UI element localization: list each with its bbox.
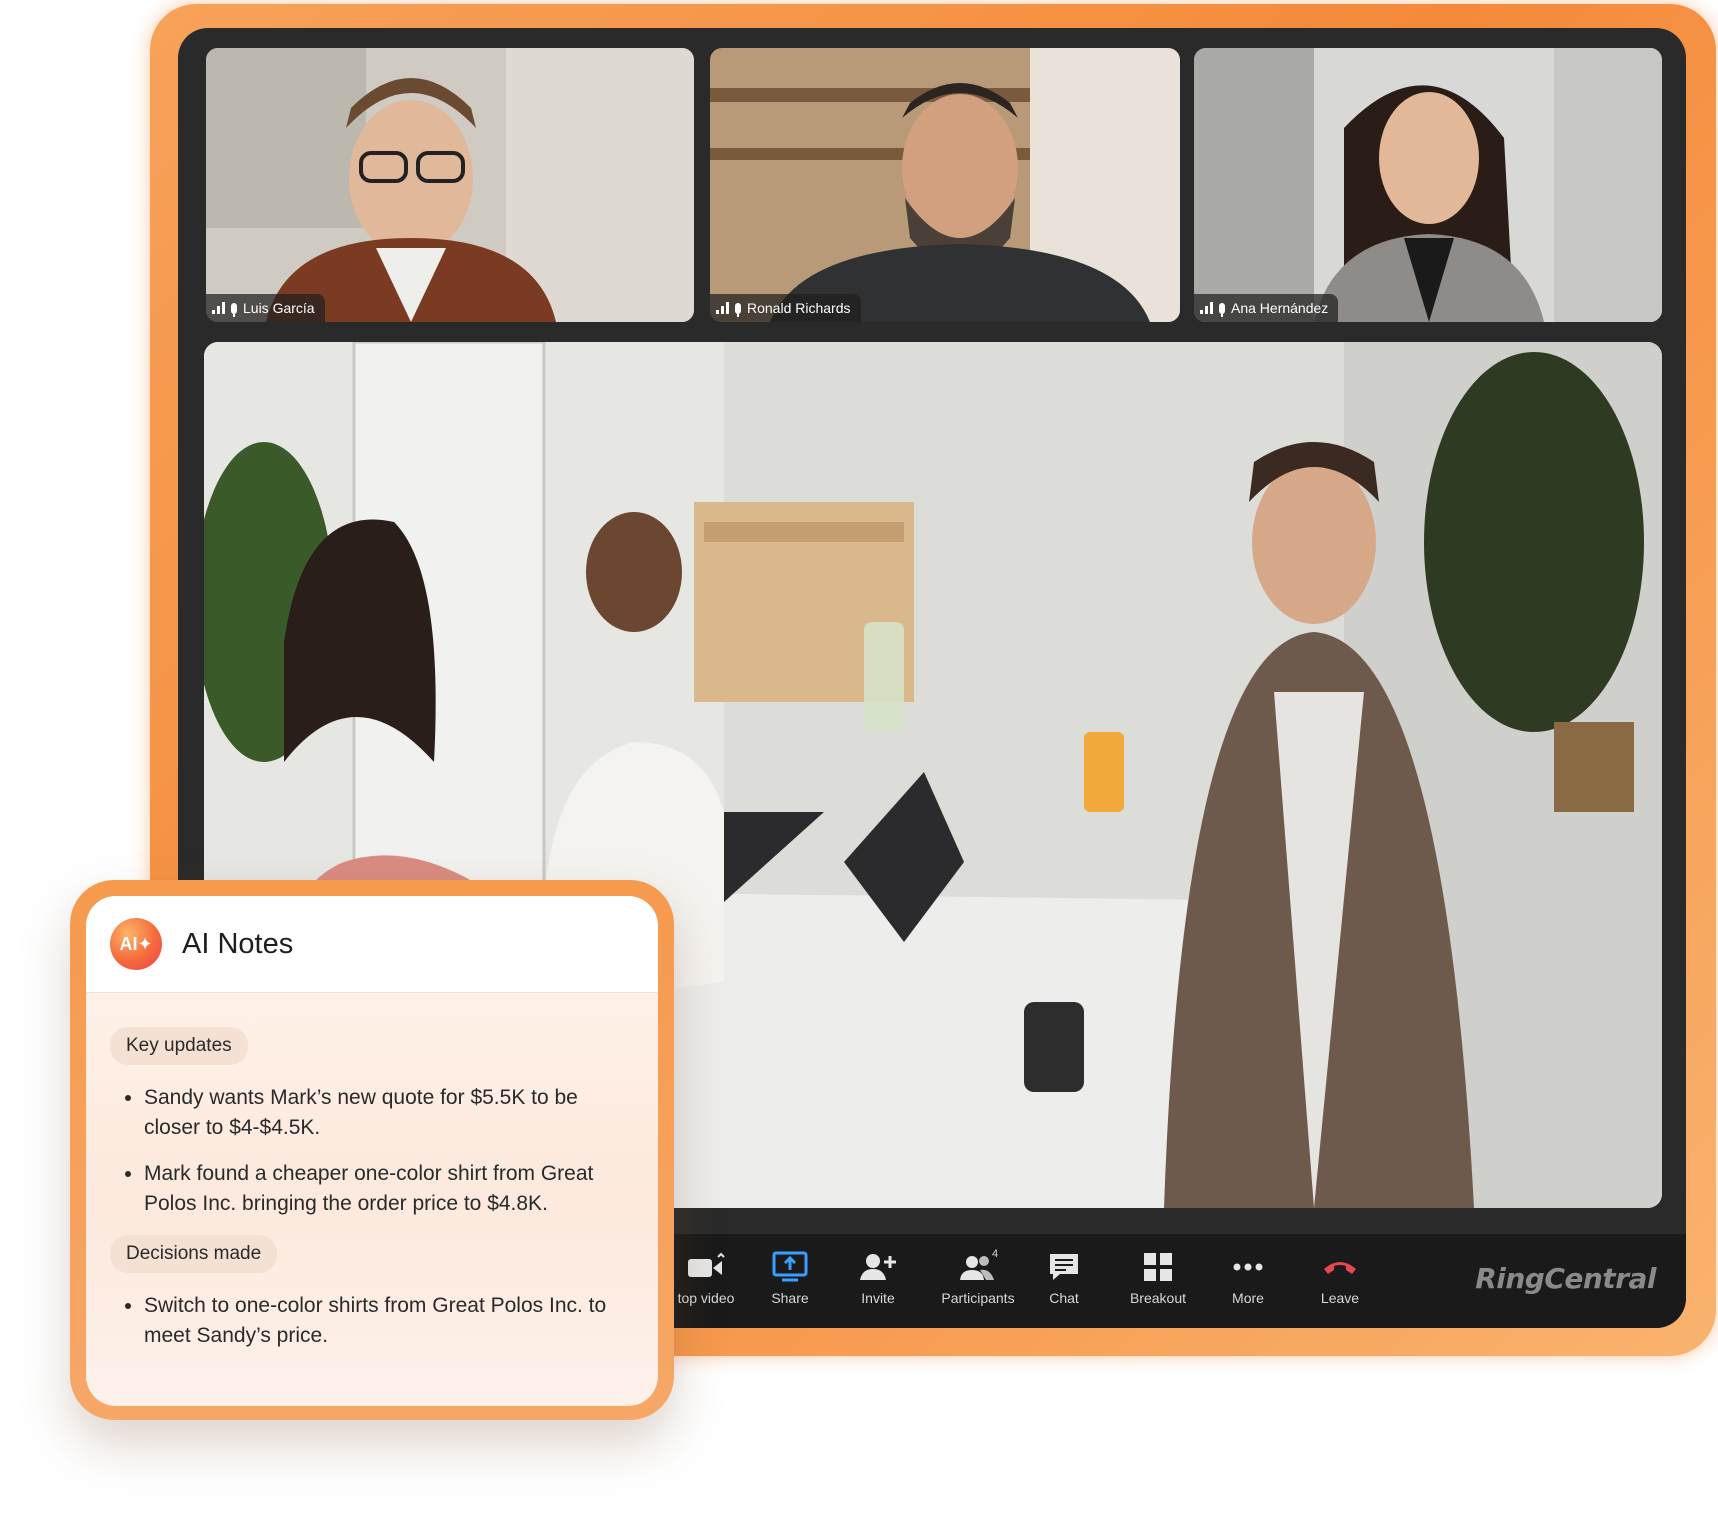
video-camera-icon: [688, 1253, 725, 1277]
ai-sparkle-icon: AI✦: [110, 918, 162, 970]
participant-video: [710, 48, 1180, 322]
participant-tile-ronald[interactable]: Ronald Richards: [710, 48, 1180, 322]
share-button[interactable]: Share: [750, 1248, 830, 1318]
ai-notes-panel: AI✦ AI Notes Key updates Sandy wants Mar…: [86, 896, 658, 1406]
signal-icon: [716, 302, 729, 314]
chat-bubble-icon: [1050, 1254, 1078, 1280]
share-screen-icon: [772, 1251, 808, 1282]
section-chip-key-updates: Key updates: [110, 1027, 248, 1065]
more-dots-icon: [1233, 1263, 1263, 1271]
ai-notes-title: AI Notes: [182, 927, 294, 960]
more-button[interactable]: More: [1208, 1248, 1288, 1318]
stop-video-button[interactable]: top video: [666, 1248, 746, 1318]
participant-video: [1194, 48, 1662, 322]
participant-name-tag: Luis García: [206, 294, 325, 322]
signal-icon: [212, 302, 225, 314]
leave-button[interactable]: Leave: [1300, 1248, 1380, 1318]
breakout-button[interactable]: Breakout: [1118, 1248, 1198, 1318]
signal-icon: [1200, 302, 1213, 314]
participant-name: Ana Hernández: [1231, 300, 1329, 316]
participants-count: 4: [992, 1248, 999, 1260]
invite-button[interactable]: Invite: [838, 1248, 918, 1318]
participant-name: Luis García: [243, 300, 315, 316]
decisions-list: Switch to one-color shirts from Great Po…: [86, 1291, 658, 1351]
participant-tile-ana[interactable]: Ana Hernández: [1194, 48, 1662, 322]
grid-icon: [1144, 1253, 1172, 1281]
section-chip-decisions: Decisions made: [110, 1235, 278, 1273]
mic-icon: [735, 302, 741, 317]
participant-name: Ronald Richards: [747, 300, 851, 316]
mic-icon: [231, 302, 237, 317]
hang-up-icon: [1324, 1262, 1356, 1274]
add-person-icon: [860, 1254, 896, 1280]
participant-name-tag: Ronald Richards: [710, 294, 861, 322]
list-item: Sandy wants Mark’s new quote for $5.5K t…: [144, 1083, 628, 1143]
participant-tile-luis[interactable]: Luis García: [206, 48, 694, 322]
chat-button[interactable]: Chat: [1024, 1248, 1104, 1318]
participants-icon: [960, 1256, 994, 1280]
participant-name-tag: Ana Hernández: [1194, 294, 1339, 322]
participants-button[interactable]: 4 Participants: [928, 1248, 1028, 1318]
participant-video: [206, 48, 694, 322]
mic-icon: [1219, 302, 1225, 317]
ai-notes-header: AI✦ AI Notes: [86, 896, 658, 993]
list-item: Mark found a cheaper one-color shirt fro…: [144, 1159, 628, 1219]
key-updates-list: Sandy wants Mark’s new quote for $5.5K t…: [86, 1083, 658, 1219]
brand-logo: RingCentral: [1475, 1262, 1656, 1295]
list-item: Switch to one-color shirts from Great Po…: [144, 1291, 628, 1351]
